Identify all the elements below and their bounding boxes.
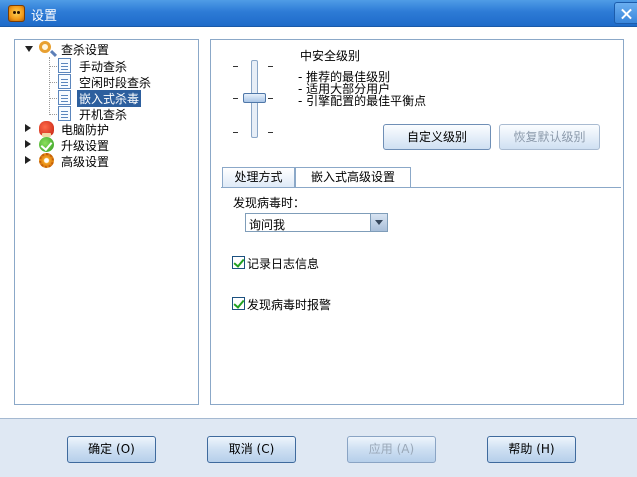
document-icon xyxy=(58,106,71,121)
apply-button-label: 应用 xyxy=(368,442,393,456)
slider-tick xyxy=(268,132,273,133)
security-level-slider-thumb[interactable] xyxy=(243,93,266,103)
app-logo-icon xyxy=(8,5,25,22)
tree-collapse-icon[interactable] xyxy=(25,46,33,52)
tree-expand-icon[interactable] xyxy=(25,140,31,148)
title-bar: 设置 xyxy=(0,0,637,27)
on-virus-label: 发现病毒时： xyxy=(233,196,306,210)
cancel-button-label: 取消 xyxy=(228,442,253,456)
security-level-description: - 推荐的最佳级别 - 适用大部分用户 - 引擎配置的最佳平衡点 xyxy=(298,71,426,107)
tree-item-embedded-antivirus[interactable]: 嵌入式杀毒 xyxy=(77,90,142,107)
custom-level-button[interactable]: 自定义级别 xyxy=(383,124,491,150)
slider-tick xyxy=(233,66,238,67)
window-title: 设置 xyxy=(31,9,58,24)
chevron-down-icon[interactable] xyxy=(370,214,387,231)
gear-icon xyxy=(39,153,54,168)
update-check-icon xyxy=(39,137,54,152)
tree-connector xyxy=(49,98,57,99)
slider-tick xyxy=(268,98,273,99)
on-virus-action-value: 询问我 xyxy=(249,218,286,232)
tree-expand-icon[interactable] xyxy=(25,124,31,132)
slider-tick xyxy=(268,66,273,67)
tree-connector xyxy=(49,114,57,115)
tree-expand-icon[interactable] xyxy=(25,156,31,164)
tree-item-pc-protection[interactable]: 电脑防护 xyxy=(61,121,109,138)
help-button-label: 帮助 xyxy=(508,442,533,456)
document-icon xyxy=(58,90,71,105)
apply-button-key: (A) xyxy=(396,442,415,456)
ok-button-key: (O) xyxy=(116,442,135,456)
help-button[interactable]: 帮助 (H) xyxy=(487,436,576,463)
tab-embedded-advanced[interactable]: 嵌入式高级设置 xyxy=(295,167,411,188)
ok-button-label: 确定 xyxy=(88,442,113,456)
tree-connector xyxy=(49,66,57,67)
document-icon xyxy=(58,74,71,89)
log-info-label[interactable]: 记录日志信息 xyxy=(247,255,319,272)
close-button[interactable] xyxy=(614,2,637,24)
ok-button[interactable]: 确定 (O) xyxy=(67,436,156,463)
tab-handling[interactable]: 处理方式 xyxy=(222,167,295,188)
tree-item-advanced-settings[interactable]: 高级设置 xyxy=(61,153,109,170)
scan-settings-icon xyxy=(39,41,51,53)
security-level-title: 中安全级别 xyxy=(300,49,361,63)
tree-connector xyxy=(49,82,57,83)
document-icon xyxy=(58,58,71,73)
virus-alarm-checkbox[interactable] xyxy=(232,297,245,310)
help-button-key: (H) xyxy=(536,442,555,456)
tree-item-idle-scan[interactable]: 空闲时段查杀 xyxy=(79,74,151,91)
level-desc-line: - 引擎配置的最佳平衡点 xyxy=(298,94,427,108)
tree-item-manual-scan[interactable]: 手动查杀 xyxy=(79,58,127,75)
apply-button[interactable]: 应用 (A) xyxy=(347,436,436,463)
log-info-checkbox[interactable] xyxy=(232,256,245,269)
cancel-button[interactable]: 取消 (C) xyxy=(207,436,296,463)
tree-item-scan-settings[interactable]: 查杀设置 xyxy=(61,41,109,58)
virus-alarm-label[interactable]: 发现病毒时报警 xyxy=(247,296,331,313)
slider-tick xyxy=(233,98,238,99)
restore-default-level-button[interactable]: 恢复默认级别 xyxy=(499,124,600,150)
cancel-button-key: (C) xyxy=(256,442,275,456)
slider-tick xyxy=(233,132,238,133)
tree-item-update-settings[interactable]: 升级设置 xyxy=(61,137,109,154)
boxing-glove-icon xyxy=(39,121,54,137)
on-virus-action-select[interactable]: 询问我 xyxy=(245,213,388,232)
